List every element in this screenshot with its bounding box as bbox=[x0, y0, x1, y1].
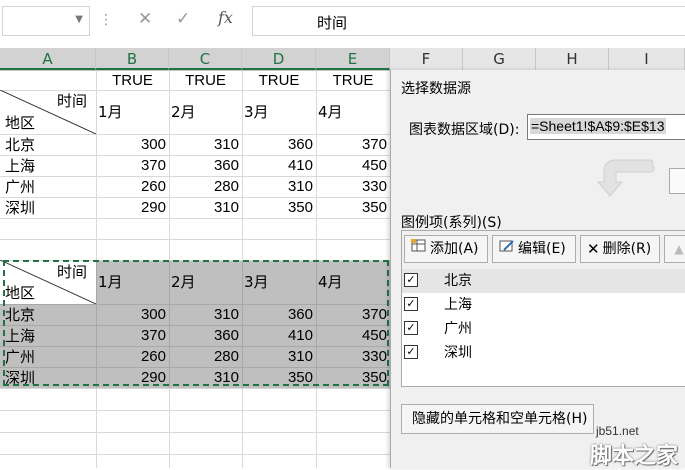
column-header-c[interactable]: C bbox=[169, 48, 242, 70]
flag-cell[interactable]: TRUE bbox=[316, 70, 390, 92]
move-up-icon[interactable]: ▲ bbox=[664, 235, 685, 263]
value-cell[interactable]: 310 bbox=[169, 134, 239, 156]
formula-text: 时间 bbox=[317, 14, 348, 32]
series-name: 北京 bbox=[444, 273, 472, 289]
column-header-row: A B C D E F G H I bbox=[0, 48, 685, 71]
column-header-e[interactable]: E bbox=[316, 48, 390, 70]
series-checkbox[interactable]: ✓ bbox=[404, 297, 418, 311]
select-data-source-dialog: 选择数据源 图表数据区域(D): =Sheet1!$A$9:$E$13 图例项(… bbox=[390, 70, 685, 468]
month-header[interactable]: 1月 bbox=[98, 101, 123, 123]
series-item-shenzhen[interactable]: ✓ 深圳 bbox=[402, 341, 685, 365]
delete-series-button[interactable]: ✕ 删除(R) bbox=[580, 235, 660, 263]
column-header-b[interactable]: B bbox=[96, 48, 169, 70]
value-cell[interactable]: 290 bbox=[96, 197, 166, 219]
dialog-title: 选择数据源 bbox=[401, 81, 471, 97]
legend-entries-label: 图例项(系列)(S) bbox=[401, 215, 502, 231]
edit-series-label: 编辑(E) bbox=[518, 241, 566, 257]
column-header-f[interactable]: F bbox=[390, 48, 463, 70]
delete-x-icon: ✕ bbox=[587, 240, 600, 258]
legend-entries-panel: 添加(A) 编辑(E) ✕ 删除(R) ▲ ✓ 北京 ✓ 上海 ✓ 广州 ✓ 深圳 bbox=[401, 230, 685, 387]
switch-row-column-button[interactable] bbox=[669, 168, 685, 194]
value-cell[interactable]: 280 bbox=[169, 176, 239, 198]
value-cell[interactable]: 350 bbox=[242, 197, 313, 219]
value-cell[interactable]: 410 bbox=[242, 155, 313, 177]
city-cell[interactable]: 深圳 bbox=[5, 197, 35, 219]
edit-series-button[interactable]: 编辑(E) bbox=[492, 235, 576, 263]
series-checkbox[interactable]: ✓ bbox=[404, 345, 418, 359]
value-cell[interactable]: 300 bbox=[96, 134, 166, 156]
copy-marquee-selection bbox=[3, 260, 389, 386]
column-header-d[interactable]: D bbox=[242, 48, 316, 70]
month-header[interactable]: 3月 bbox=[244, 101, 269, 123]
column-header-h[interactable]: H bbox=[536, 48, 609, 70]
city-cell[interactable]: 广州 bbox=[5, 176, 35, 198]
chart-data-range-value: =Sheet1!$A$9:$E$13 bbox=[530, 118, 666, 134]
watermark-site: jb51.net bbox=[596, 424, 639, 438]
column-header-g[interactable]: G bbox=[463, 48, 536, 70]
value-cell[interactable]: 310 bbox=[169, 197, 239, 219]
header-time-label: 时间 bbox=[57, 92, 88, 110]
add-series-label: 添加(A) bbox=[430, 241, 479, 257]
formula-input[interactable]: 时间 bbox=[252, 6, 685, 36]
delete-series-label: 删除(R) bbox=[602, 241, 652, 257]
series-name: 广州 bbox=[444, 321, 472, 337]
value-cell[interactable]: 370 bbox=[96, 155, 166, 177]
add-table-icon bbox=[411, 236, 427, 262]
header-region-label: 地区 bbox=[5, 114, 36, 132]
value-cell[interactable]: 330 bbox=[316, 176, 387, 198]
check-icon[interactable]: ✓ bbox=[176, 8, 190, 30]
series-checkbox[interactable]: ✓ bbox=[404, 273, 418, 287]
column-header-i[interactable]: I bbox=[609, 48, 685, 70]
name-box[interactable]: ▼ bbox=[2, 6, 90, 36]
value-cell[interactable]: 350 bbox=[316, 197, 387, 219]
switch-row-column-arrow-icon bbox=[596, 159, 655, 197]
flag-cell[interactable]: TRUE bbox=[169, 70, 242, 92]
edit-icon bbox=[499, 236, 515, 262]
series-name: 上海 bbox=[444, 297, 472, 313]
value-cell[interactable]: 360 bbox=[242, 134, 313, 156]
series-item-guangzhou[interactable]: ✓ 广州 bbox=[402, 317, 685, 341]
cancel-icon[interactable]: ✕ bbox=[138, 8, 152, 30]
flag-cell[interactable]: TRUE bbox=[96, 70, 169, 92]
month-header[interactable]: 2月 bbox=[171, 101, 196, 123]
series-item-beijing[interactable]: ✓ 北京 bbox=[402, 269, 685, 293]
chart-data-range-label: 图表数据区域(D): bbox=[409, 122, 520, 138]
city-cell[interactable]: 北京 bbox=[5, 134, 35, 156]
insert-function-icon[interactable]: fx bbox=[218, 8, 233, 27]
value-cell[interactable]: 260 bbox=[96, 176, 166, 198]
month-header[interactable]: 4月 bbox=[318, 101, 343, 123]
value-cell[interactable]: 450 bbox=[316, 155, 387, 177]
chart-data-range-input[interactable]: =Sheet1!$A$9:$E$13 bbox=[527, 114, 685, 140]
formula-bar: ▼ ⋮ ✕ ✓ fx 时间 bbox=[0, 0, 685, 48]
value-cell[interactable]: 310 bbox=[242, 176, 313, 198]
series-name: 深圳 bbox=[444, 345, 472, 361]
add-series-button[interactable]: 添加(A) bbox=[404, 235, 488, 263]
column-header-a[interactable]: A bbox=[0, 48, 96, 70]
series-item-shanghai[interactable]: ✓ 上海 bbox=[402, 293, 685, 317]
watermark-name: 脚本之家 bbox=[590, 444, 679, 469]
value-cell[interactable]: 360 bbox=[169, 155, 239, 177]
series-checkbox[interactable]: ✓ bbox=[404, 321, 418, 335]
formula-bar-grip: ⋮ bbox=[99, 12, 113, 28]
city-cell[interactable]: 上海 bbox=[5, 155, 35, 177]
chevron-down-icon[interactable]: ▼ bbox=[75, 14, 83, 25]
value-cell[interactable]: 370 bbox=[316, 134, 387, 156]
site-watermark: jb51.net 脚本之家 bbox=[560, 416, 685, 469]
flag-cell[interactable]: TRUE bbox=[242, 70, 316, 92]
legend-toolbar: 添加(A) 编辑(E) ✕ 删除(R) ▲ bbox=[402, 231, 685, 270]
